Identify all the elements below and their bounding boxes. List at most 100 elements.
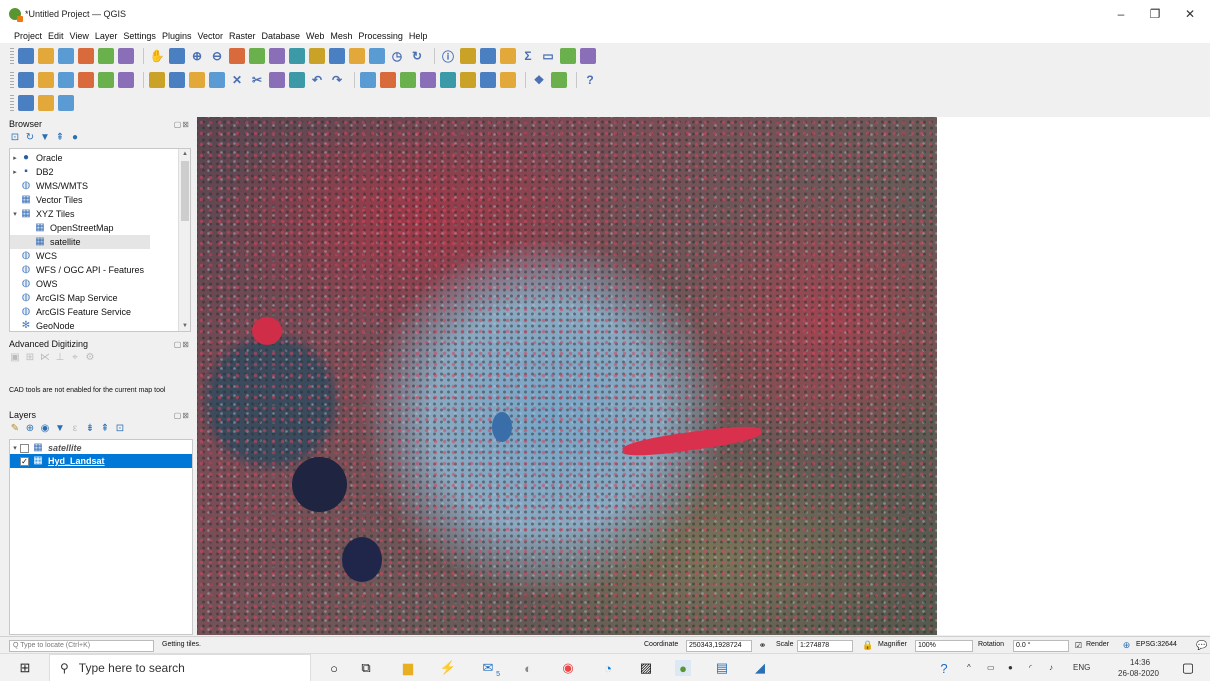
collapse-all-icon[interactable]: ⇞ (55, 133, 65, 143)
expand-arrow-icon[interactable]: ▾ (10, 210, 20, 218)
construction-icon[interactable]: ⊞ (25, 353, 35, 363)
pan-icon[interactable]: ✋ (149, 48, 165, 64)
browser-item[interactable]: ◍ WMS/WMTS (10, 179, 190, 193)
expand-arrow-icon[interactable]: ▸ (10, 154, 20, 162)
toggle-extents-icon[interactable]: ⚭ (757, 640, 768, 651)
menu-database[interactable]: Database (262, 31, 301, 41)
tray-chevron-icon[interactable]: ^ (967, 663, 971, 672)
file-explorer-icon[interactable]: ▆ (400, 660, 416, 676)
taskbar-search-box[interactable]: ⚲ Type here to search (49, 654, 311, 681)
clock-time[interactable]: 14:36 (1130, 658, 1150, 667)
undo-icon[interactable]: ↶ (309, 72, 325, 88)
zoom-layer-icon[interactable] (269, 48, 285, 64)
minimize-button[interactable]: – (1104, 0, 1138, 28)
app-icon[interactable]: ◢ (752, 660, 768, 676)
crs-globe-icon[interactable]: ⊕ (1121, 640, 1132, 651)
maximize-button[interactable]: ❐ (1138, 0, 1172, 28)
qgis-taskbar-icon[interactable]: ● (675, 660, 691, 676)
browser-item[interactable]: ✻ GeoNode (10, 319, 190, 331)
lock-scale-icon[interactable]: 🔒 (862, 640, 873, 651)
cortana-icon[interactable]: ○ (326, 660, 342, 676)
copy-icon[interactable] (269, 72, 285, 88)
new-bookmark-icon[interactable] (349, 48, 365, 64)
toolbar-grip[interactable] (10, 72, 14, 88)
menu-web[interactable]: Web (306, 31, 324, 41)
help-icon[interactable]: ? (936, 660, 952, 676)
menu-project[interactable]: Project (14, 31, 42, 41)
add-feature-icon[interactable] (189, 72, 205, 88)
map-canvas[interactable] (197, 117, 1210, 635)
menu-edit[interactable]: Edit (48, 31, 64, 41)
battery-icon[interactable]: ▭ (987, 663, 995, 672)
digitize-icon[interactable] (78, 72, 94, 88)
statistics-icon[interactable]: Σ (520, 48, 536, 64)
show-bookmarks-icon[interactable] (369, 48, 385, 64)
expand-arrow-icon[interactable]: ▾ (10, 444, 20, 452)
highlight-label-icon[interactable] (420, 72, 436, 88)
menu-processing[interactable]: Processing (358, 31, 403, 41)
app-icon[interactable]: ▤ (714, 660, 730, 676)
map-tips-icon[interactable] (560, 48, 576, 64)
messages-icon[interactable]: 💬 (1196, 640, 1207, 651)
enable-tools-icon[interactable]: ▣ (10, 353, 20, 363)
help-icon[interactable]: ? (582, 72, 598, 88)
add-raster-icon[interactable] (58, 72, 74, 88)
label-props-icon[interactable] (500, 72, 516, 88)
browser-item[interactable]: ▸ ▪ DB2 (10, 165, 190, 179)
browser-item[interactable]: ▾ ▦ XYZ Tiles (10, 207, 190, 221)
refresh-icon[interactable]: ↻ (409, 48, 425, 64)
save-edits-icon[interactable] (169, 72, 185, 88)
add-group-icon[interactable]: ⊕ (25, 424, 35, 434)
label-tool-icon[interactable] (360, 72, 376, 88)
browser-item[interactable]: ◍ OWS (10, 277, 190, 291)
mail-icon[interactable]: ✉ 5 (480, 660, 500, 678)
redo-icon[interactable]: ↷ (329, 72, 345, 88)
filter-expression-icon[interactable]: ε (70, 424, 80, 434)
browser-item[interactable]: ▦ Vector Tiles (10, 193, 190, 207)
chrome-icon[interactable]: ◉ (560, 660, 576, 676)
vertex-tool-icon[interactable] (209, 72, 225, 88)
delete-icon[interactable]: ✕ (229, 72, 245, 88)
browser-item[interactable]: ◍ WCS (10, 249, 190, 263)
task-view-icon[interactable]: ⧉ (358, 660, 374, 676)
snapping-icon[interactable]: ⌖ (70, 353, 80, 363)
temporal-controller-icon[interactable]: ◷ (389, 48, 405, 64)
paste-icon[interactable] (289, 72, 305, 88)
menu-view[interactable]: View (70, 31, 89, 41)
refresh-icon[interactable]: ↻ (25, 133, 35, 143)
show-label-icon[interactable] (400, 72, 416, 88)
zoom-next-icon[interactable] (329, 48, 345, 64)
settings-icon[interactable] (500, 48, 516, 64)
measure-icon[interactable]: ▭ (540, 48, 556, 64)
scale-field[interactable]: 1:274878 (797, 640, 853, 652)
zoom-native-icon[interactable] (289, 48, 305, 64)
parallel-icon[interactable]: ⋉ (40, 353, 50, 363)
remove-layer-icon[interactable]: ⊡ (115, 424, 125, 434)
info-icon[interactable]: ● (70, 133, 80, 143)
layer-item[interactable]: ▾ ▦ satellite (10, 441, 192, 455)
layer-item[interactable]: ✓ ▦ Hyd_Landsat (10, 454, 192, 468)
magnifier-field[interactable]: 100% (915, 640, 973, 652)
save-project-icon[interactable] (58, 48, 74, 64)
python-icon[interactable]: ❖ (531, 72, 547, 88)
style-icon[interactable] (58, 95, 74, 111)
locator-search-input[interactable]: Q Type to locate (Ctrl+K) (9, 640, 154, 652)
menu-mesh[interactable]: Mesh (330, 31, 352, 41)
menu-settings[interactable]: Settings (123, 31, 156, 41)
expand-all-icon[interactable]: ⇟ (85, 424, 95, 434)
browser-item[interactable]: ▸ ● Oracle (10, 151, 190, 165)
add-selected-icon[interactable]: ⊡ (10, 133, 20, 143)
volume-icon[interactable]: ♪ (1049, 663, 1053, 672)
crs-button[interactable]: EPSG:32644 (1136, 641, 1177, 648)
close-button[interactable]: ✕ (1173, 0, 1207, 28)
layer-visibility-checkbox[interactable] (20, 443, 29, 453)
wifi-icon[interactable]: ◜ (1029, 663, 1032, 672)
app-icon[interactable]: ◐ (520, 660, 536, 676)
browser-panel-controls[interactable]: ▢⊠ (174, 120, 190, 129)
georeferencer-icon[interactable] (551, 72, 567, 88)
browser-item[interactable]: ◍ ArcGIS Map Service (10, 291, 190, 305)
edge-icon[interactable]: ◔ (600, 660, 616, 676)
cut-icon[interactable]: ✂ (249, 72, 265, 88)
browser-item[interactable]: ▦ OpenStreetMap (10, 221, 190, 235)
rotation-field[interactable]: 0.0 ° (1013, 640, 1069, 652)
